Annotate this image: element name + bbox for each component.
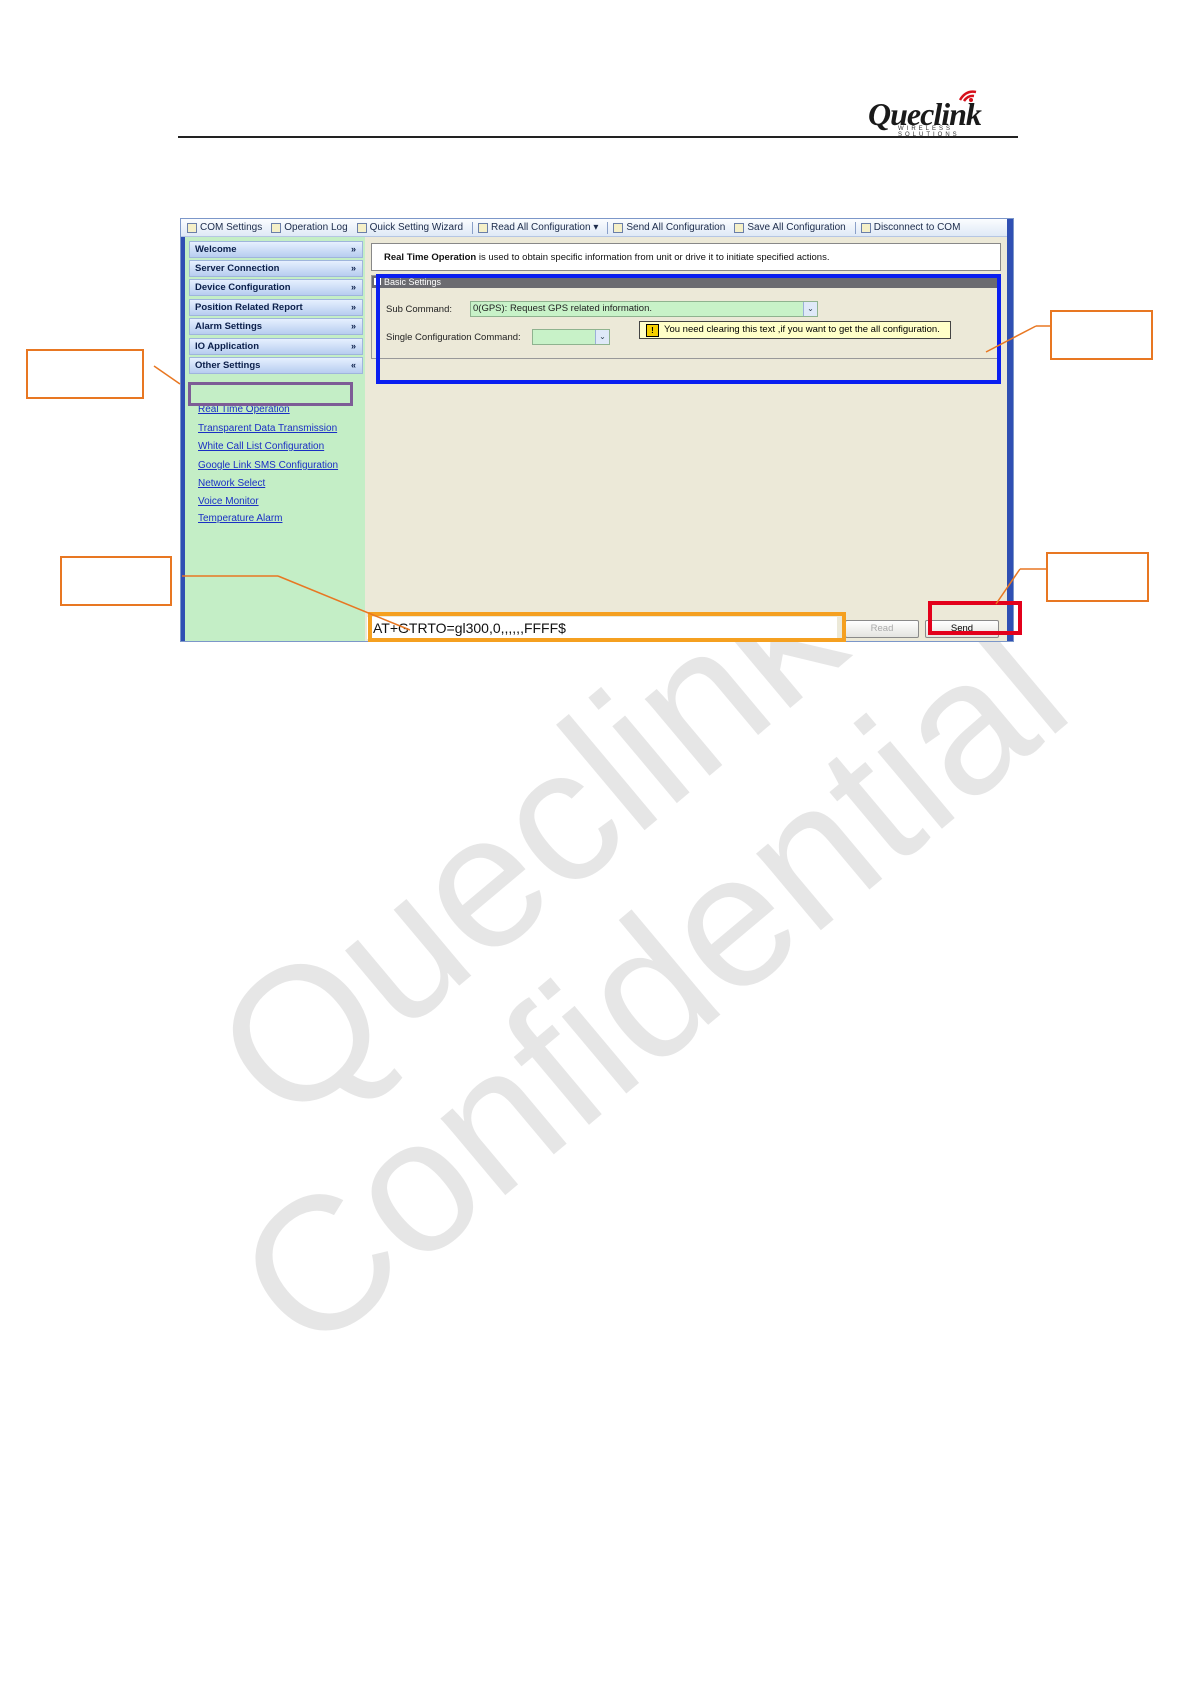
callout-leader-lines <box>153 325 1050 631</box>
